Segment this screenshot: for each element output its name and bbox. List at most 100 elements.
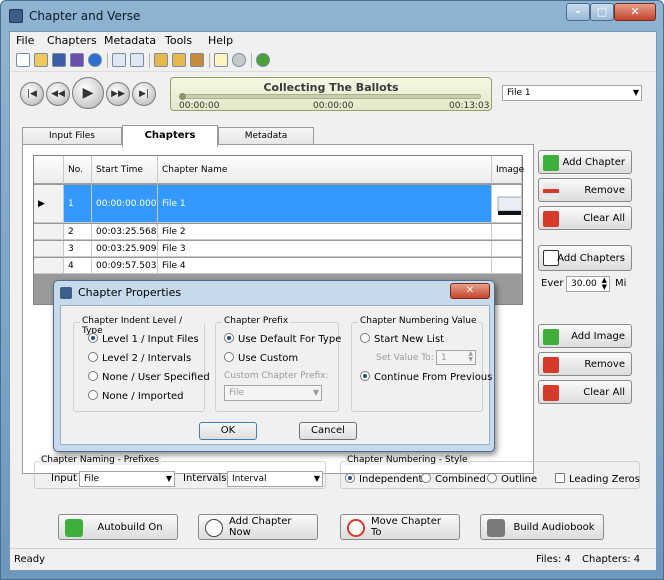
player-bar: |◀ ◀◀ ▶ ▶▶ ▶| Collecting The Ballots 00:… (10, 73, 656, 113)
help-icon[interactable] (256, 53, 270, 67)
add-chapters-button[interactable]: Add Chapters (538, 245, 632, 271)
every-unit: Mi (615, 278, 627, 289)
cell-no: 2 (64, 224, 92, 239)
col-chapter-name[interactable]: Chapter Name (158, 156, 492, 184)
custom-prefix-label: Custom Chapter Prefix: (224, 371, 329, 381)
remove-chapter-button[interactable]: Remove (538, 178, 632, 202)
col-no[interactable]: No. (64, 156, 92, 184)
dialog-title[interactable]: Chapter Properties (78, 286, 181, 299)
add-chapter-label: Add Chapter (562, 156, 625, 168)
maximize-button[interactable]: □ (590, 3, 614, 21)
indent-level1-radio[interactable]: Level 1 / Input Files (88, 333, 199, 345)
chevron-down-icon: ▼ (632, 88, 639, 97)
col-image[interactable]: Image (492, 156, 524, 184)
every-interval-stepper[interactable]: 30.00 ▲ ▼ (566, 276, 610, 292)
menu-help[interactable]: Help (208, 34, 233, 47)
title-bar[interactable]: Chapter and Verse – □ ✕ (1, 1, 663, 31)
import-chapters-icon[interactable] (154, 53, 168, 67)
style-outline-radio[interactable]: Outline (487, 473, 537, 485)
chapter-prefix-group: Chapter Prefix Use Default For Type Use … (215, 316, 341, 412)
close-button[interactable]: ✕ (614, 3, 656, 21)
status-bar: Ready Files: 4 Chapters: 4 (10, 548, 656, 570)
file-select-value: File 1 (507, 88, 531, 98)
start-new-list-label: Start New List (374, 334, 445, 345)
dialog-close-button[interactable]: ✕ (450, 283, 490, 299)
cell-image[interactable] (492, 258, 522, 273)
add-image-button[interactable]: Add Image (538, 324, 632, 348)
col-start-time[interactable]: Start Time (92, 156, 158, 184)
seek-bar[interactable] (181, 94, 481, 99)
start-new-list-radio[interactable]: Start New List (360, 333, 444, 345)
input-prefix-select[interactable]: File ▼ (79, 471, 175, 487)
file-select[interactable]: File 1 ▼ (502, 85, 642, 101)
table-row[interactable]: 2 00:03:25.568 File 2 (34, 224, 522, 240)
export-chapters-icon[interactable] (172, 53, 186, 67)
cancel-button[interactable]: Cancel (299, 422, 357, 440)
chevron-down-icon: ▼ (313, 474, 320, 483)
prefix-default-radio[interactable]: Use Default For Type (224, 333, 341, 345)
intervals-prefix-select[interactable]: Interval ▼ (227, 471, 323, 487)
leading-zeros-checkbox[interactable]: Leading Zeros (555, 473, 640, 485)
indent-user-radio[interactable]: None / User Specified (88, 371, 210, 383)
remove-image-label: Remove (584, 358, 625, 370)
app-client-area: File Chapters Metadata Tools Help |◀ ◀◀ … (9, 31, 657, 571)
custom-prefix-select[interactable]: File ▼ (224, 385, 322, 401)
spin-arrows-icon[interactable]: ▲ ▼ (468, 351, 473, 363)
set-value-stepper[interactable]: 1 ▲ ▼ (436, 350, 476, 365)
continue-previous-radio[interactable]: Continue From Previous (360, 371, 492, 383)
clear-all-chapters-button[interactable]: Clear All (538, 206, 632, 230)
fast-forward-button[interactable]: ▶▶ (106, 82, 130, 106)
table-row[interactable]: 3 00:03:25.909 File 3 (34, 241, 522, 257)
minimize-button[interactable]: – (566, 3, 590, 21)
continue-previous-label: Continue From Previous (374, 372, 493, 383)
seek-handle[interactable] (179, 93, 186, 100)
align-center-icon[interactable] (130, 53, 144, 67)
table-row[interactable]: ▶ 1 00:00:00.000 File 1 (34, 185, 522, 223)
align-left-icon[interactable] (112, 53, 126, 67)
build-audiobook-button[interactable]: Build Audiobook (480, 514, 604, 540)
settings-icon[interactable] (232, 53, 246, 67)
info-icon[interactable] (88, 53, 102, 67)
menu-tools[interactable]: Tools (165, 34, 192, 47)
add-chapter-now-button[interactable]: Add Chapter Now (198, 514, 318, 540)
notes-icon[interactable] (214, 53, 228, 67)
remove-image-button[interactable]: Remove (538, 352, 632, 376)
ok-button[interactable]: OK (199, 422, 257, 440)
move-chapter-to-label: Move Chapter To (371, 516, 441, 538)
add-chapter-now-label: Add Chapter Now (229, 516, 292, 538)
intervals-prefix-value: Interval (232, 474, 267, 484)
add-chapter-button[interactable]: Add Chapter (538, 150, 632, 174)
skip-to-start-button[interactable]: |◀ (20, 82, 44, 106)
add-image-icon (543, 329, 559, 345)
now-playing-display: Collecting The Ballots 00:00:00 00:00:00… (170, 77, 492, 111)
spin-arrows-icon[interactable]: ▲ ▼ (602, 277, 607, 291)
menu-file[interactable]: File (16, 34, 34, 47)
prefix-custom-label: Use Custom (238, 353, 299, 364)
open-icon[interactable] (34, 53, 48, 67)
new-icon[interactable] (16, 53, 30, 67)
move-chapter-to-button[interactable]: Move Chapter To (340, 514, 460, 540)
save-icon[interactable] (52, 53, 66, 67)
skip-to-end-button[interactable]: ▶| (132, 82, 156, 106)
autobuild-button[interactable]: Autobuild On (58, 514, 178, 540)
prefix-custom-radio[interactable]: Use Custom (224, 352, 298, 364)
table-row[interactable]: 4 00:09:57.503 File 4 (34, 258, 522, 274)
style-combined-radio[interactable]: Combined (421, 473, 486, 485)
clear-all-images-button[interactable]: Clear All (538, 380, 632, 404)
dialog-body: Chapter Indent Level / Type Level 1 / In… (60, 305, 492, 445)
menu-chapters[interactable]: Chapters (47, 34, 97, 47)
indent-imported-radio[interactable]: None / Imported (88, 390, 184, 402)
cell-image[interactable] (492, 224, 522, 239)
indent-level2-radio[interactable]: Level 2 / Intervals (88, 352, 191, 364)
style-outline-label: Outline (501, 474, 538, 485)
refresh-icon (65, 519, 83, 537)
tab-chapters[interactable]: Chapters (122, 125, 218, 147)
menu-metadata[interactable]: Metadata (104, 34, 156, 47)
rewind-button[interactable]: ◀◀ (46, 82, 70, 106)
export-icon[interactable] (190, 53, 204, 67)
style-independent-radio[interactable]: Independent (345, 473, 422, 485)
play-button[interactable]: ▶ (72, 77, 104, 109)
save-as-icon[interactable] (70, 53, 84, 67)
cell-image[interactable] (492, 185, 522, 222)
cell-image[interactable] (492, 241, 522, 256)
